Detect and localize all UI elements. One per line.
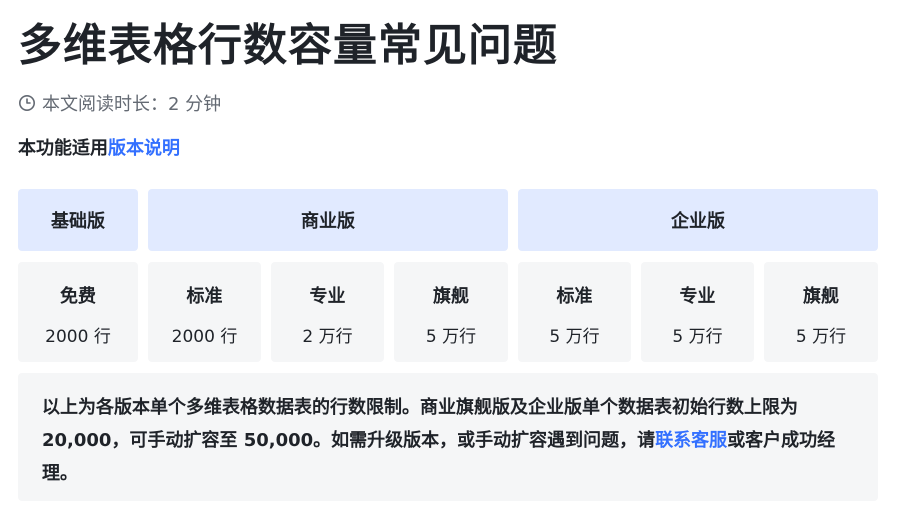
plan-row-limit: 5 万行 xyxy=(425,327,477,347)
plan-name: 旗舰 xyxy=(803,286,839,307)
note-paragraph: 以上为各版本单个多维表格数据表的行数限制。商业旗舰版及企业版单个数据表初始行数上… xyxy=(42,391,854,490)
plan-row-limit: 5 万行 xyxy=(549,327,600,347)
plan-cell-enterprise-flagship: 旗舰 5 万行 xyxy=(764,262,878,362)
plan-cell-enterprise-standard: 标准 5 万行 xyxy=(518,262,631,362)
plan-cell-enterprise-pro: 专业 5 万行 xyxy=(641,262,754,362)
contact-support-link[interactable]: 联系客服 xyxy=(655,430,727,451)
page-title: 多维表格行数容量常见问题 xyxy=(18,20,558,71)
plan-name: 专业 xyxy=(679,286,716,307)
plan-cell-business-flagship: 旗舰 5 万行 xyxy=(394,262,508,362)
plan-cell-business-pro: 专业 2 万行 xyxy=(271,262,384,362)
plan-row-limit: 2000 行 xyxy=(45,327,111,347)
plan-row-limit: 5 万行 xyxy=(672,327,723,347)
plan-name: 标准 xyxy=(186,286,223,307)
plan-row-limit: 5 万行 xyxy=(795,327,847,347)
read-time-meta: 本文阅读时长：2 分钟 xyxy=(18,90,221,116)
read-time-text: 本文阅读时长：2 分钟 xyxy=(42,94,222,115)
plan-name: 免费 xyxy=(60,286,96,307)
plan-cell-business-standard: 标准 2000 行 xyxy=(148,262,261,362)
plan-name: 标准 xyxy=(556,286,593,307)
clock-icon xyxy=(18,94,36,112)
edition-header-label: 企业版 xyxy=(671,211,725,232)
version-info-link[interactable]: 版本说明 xyxy=(108,138,180,159)
edition-header-label: 基础版 xyxy=(51,211,105,232)
applicability-prefix: 本功能适用 xyxy=(18,138,108,159)
edition-header-enterprise: 企业版 xyxy=(518,189,878,251)
edition-header-basic: 基础版 xyxy=(18,189,138,251)
plan-row-limit: 2 万行 xyxy=(302,327,353,347)
plan-cell-basic-free: 免费 2000 行 xyxy=(18,262,138,362)
plan-name: 专业 xyxy=(309,286,346,307)
row-limit-note: 以上为各版本单个多维表格数据表的行数限制。商业旗舰版及企业版单个数据表初始行数上… xyxy=(18,373,878,501)
edition-header-label: 商业版 xyxy=(301,211,355,232)
plan-name: 旗舰 xyxy=(433,286,469,307)
applicability-line: 本功能适用版本说明 xyxy=(18,136,180,162)
plan-row-limit: 2000 行 xyxy=(171,327,238,347)
edition-header-business: 商业版 xyxy=(148,189,508,251)
